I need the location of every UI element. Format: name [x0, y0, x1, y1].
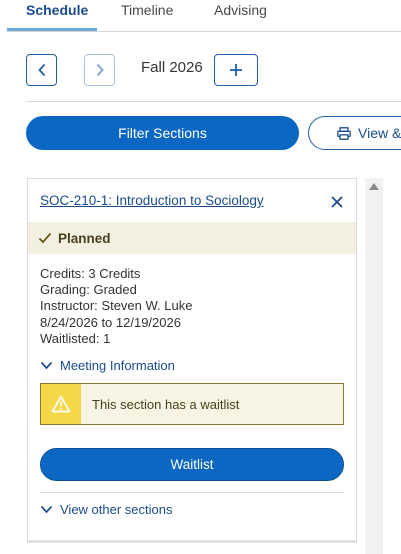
grading-text: Grading: Graded — [40, 282, 137, 298]
tab-bar: Schedule Timeline Advising — [0, 0, 401, 32]
card-shadow — [27, 540, 357, 543]
waitlist-button[interactable]: Waitlist — [40, 448, 344, 481]
view-print-button[interactable]: View & — [308, 116, 401, 150]
warning-icon — [51, 395, 71, 413]
section-divider — [27, 101, 401, 102]
tab-divider — [7, 31, 401, 32]
view-print-label: View & — [358, 125, 401, 141]
chevron-right-icon — [96, 63, 104, 77]
filter-sections-button[interactable]: Filter Sections — [26, 116, 299, 150]
meeting-information-label: Meeting Information — [60, 358, 175, 373]
warning-text: This section has a waitlist — [92, 396, 240, 412]
close-button[interactable] — [330, 195, 344, 209]
meeting-information-toggle[interactable]: Meeting Information — [40, 358, 175, 373]
card-divider — [40, 492, 344, 493]
checkmark-icon — [38, 232, 52, 244]
course-details: Credits: 3 Credits Grading: Graded Instr… — [40, 266, 192, 347]
term-label: Fall 2026 — [141, 59, 203, 76]
tab-schedule[interactable]: Schedule — [26, 2, 88, 18]
status-banner: Planned — [28, 222, 356, 254]
chevron-left-icon — [37, 63, 45, 77]
add-term-button[interactable] — [214, 54, 258, 86]
waitlist-warning: This section has a waitlist — [40, 383, 344, 425]
printer-icon — [337, 126, 351, 140]
waitlisted-text: Waitlisted: 1 — [40, 330, 111, 346]
chevron-down-icon — [40, 361, 53, 370]
previous-term-button[interactable] — [26, 54, 57, 86]
chevron-down-icon — [40, 505, 53, 514]
instructor-text: Instructor: Steven W. Luke — [40, 298, 193, 314]
tab-timeline[interactable]: Timeline — [121, 2, 173, 18]
scroll-up-arrow[interactable] — [369, 183, 379, 190]
credits-text: Credits: 3 Credits — [40, 266, 141, 281]
schedule-page: Schedule Timeline Advising Fall 2026 Fil… — [0, 0, 401, 554]
plus-icon — [230, 64, 242, 76]
dates-text: 8/24/2026 to 12/19/2026 — [40, 314, 181, 330]
scrollbar-track[interactable] — [365, 178, 383, 554]
view-other-sections-toggle[interactable]: View other sections — [40, 502, 173, 517]
warning-icon-box — [41, 384, 81, 424]
view-other-sections-label: View other sections — [60, 502, 173, 517]
tab-advising[interactable]: Advising — [214, 2, 267, 18]
course-card: SOC-210-1: Introduction to Sociology Pla… — [27, 178, 357, 542]
status-label: Planned — [58, 230, 111, 246]
next-term-button[interactable] — [84, 54, 115, 86]
course-title-link[interactable]: SOC-210-1: Introduction to Sociology — [40, 193, 264, 208]
close-icon — [331, 196, 343, 208]
